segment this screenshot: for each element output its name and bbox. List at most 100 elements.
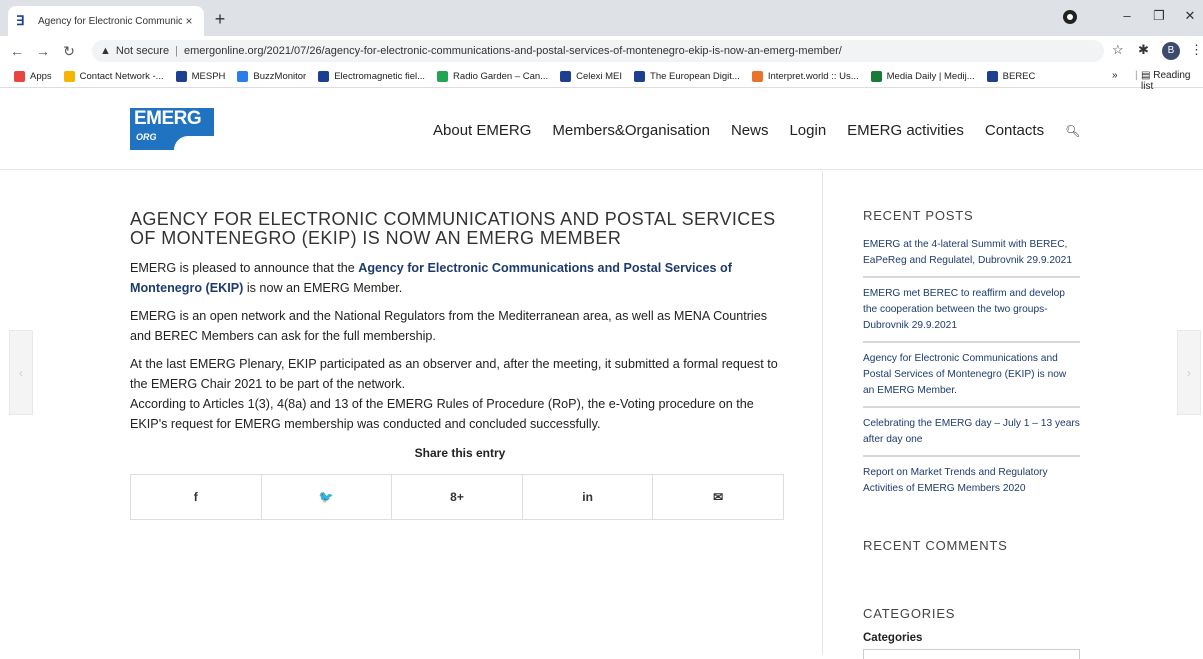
bookmark-item[interactable]: MESPH [175, 71, 226, 82]
share-facebook-icon[interactable]: f [131, 475, 262, 519]
bookmark-label: BEREC [1002, 71, 1036, 82]
nav-contacts[interactable]: Contacts [985, 122, 1044, 139]
nav-about-emerg[interactable]: About EMERG [433, 122, 531, 139]
record-icon[interactable] [1063, 10, 1077, 24]
nav-members-organisation[interactable]: Members&Organisation [552, 122, 710, 139]
bookmark-favicon-icon [318, 71, 330, 82]
bookmark-item[interactable]: Radio Garden – Can... [437, 71, 548, 82]
recent-post-link[interactable]: Agency for Electronic Communications and… [863, 351, 1080, 408]
article-paragraph-1: EMERG is pleased to announce that the Ag… [130, 258, 790, 298]
recent-posts-heading: RECENT POSTS [863, 208, 974, 223]
bookmark-label: Radio Garden – Can... [453, 71, 549, 82]
bookmark-item[interactable]: Media Daily | Medij... [870, 71, 975, 82]
article: AGENCY FOR ELECTRONIC COMMUNICATIONS AND… [130, 210, 790, 520]
bookmark-label: Media Daily | Medij... [886, 71, 975, 82]
reading-list-icon: ▤ [1141, 70, 1151, 81]
next-post-arrow[interactable]: › [1177, 330, 1201, 415]
maximize-icon[interactable]: ❐ [1150, 8, 1168, 24]
logo-text: EMERG [134, 108, 202, 129]
main-nav: About EMERG Members&Organisation News Lo… [433, 122, 1080, 139]
close-window-icon[interactable]: ✕ [1181, 8, 1199, 24]
browser-chrome: ∃ Agency for Electronic Communic × + – ❐… [0, 0, 1203, 92]
bookmark-label: The European Digit... [650, 71, 740, 82]
url-input[interactable]: ▲ Not secure | emergonline.org/2021/07/2… [92, 40, 1104, 62]
bookmark-favicon-icon [437, 71, 449, 82]
url-separator: | [175, 45, 178, 57]
bookmark-label: Celexi MEI [576, 71, 623, 82]
recent-post-link[interactable]: Celebrating the EMERG day – July 1 – 13 … [863, 416, 1080, 457]
nav-news[interactable]: News [731, 122, 769, 139]
emerg-logo[interactable]: EMERG ORG [130, 108, 214, 150]
search-icon[interactable]: 🔍︎ [1065, 124, 1080, 138]
more-bookmarks-icon[interactable]: » [1112, 70, 1118, 81]
bookmark-favicon-icon [14, 71, 25, 82]
tab-title: Agency for Electronic Communic [38, 15, 182, 27]
bookmark-label: Apps [30, 71, 52, 82]
share-email-icon[interactable]: ✉ [653, 475, 783, 519]
bookmark-favicon-icon [63, 71, 75, 82]
recent-post-link[interactable]: EMERG at the 4-lateral Summit with BEREC… [863, 237, 1080, 278]
not-secure-label: Not secure [115, 45, 170, 57]
share-googleplus-icon[interactable]: 8+ [392, 475, 523, 519]
share-twitter-icon[interactable]: 🐦 [262, 475, 393, 519]
share-buttons: f 🐦 8+ in ✉ [130, 474, 784, 520]
logo-subtext: ORG [136, 132, 157, 142]
bookmark-label: Contact Network -... [79, 71, 164, 82]
address-bar-row: ← → ↻ ▲ Not secure | emergonline.org/202… [0, 36, 1203, 66]
recent-post-link[interactable]: Report on Market Trends and Regulatory A… [863, 465, 1080, 504]
share-linkedin-icon[interactable]: in [523, 475, 654, 519]
browser-tab[interactable]: ∃ Agency for Electronic Communic × [8, 6, 204, 36]
article-paragraph-4: According to Articles 1(3), 4(8a) and 13… [130, 397, 754, 431]
bookmark-item[interactable]: Contact Network -... [63, 71, 164, 82]
bookmark-favicon-icon [175, 71, 187, 82]
article-paragraph-2: EMERG is an open network and the Nationa… [130, 309, 767, 343]
categories-select[interactable] [863, 649, 1080, 659]
bookmarks-divider: | [1135, 70, 1138, 81]
nav-login[interactable]: Login [789, 122, 826, 139]
bookmark-label: BuzzMonitor [253, 71, 307, 82]
reload-icon[interactable]: ↻ [60, 43, 78, 60]
share-heading: Share this entry [414, 446, 506, 460]
bookmark-item[interactable]: Apps [14, 71, 52, 82]
warning-icon: ▲ [100, 45, 111, 57]
recent-comments-heading: RECENT COMMENTS [863, 538, 1008, 553]
sidebar: RECENT POSTS EMERG at the 4-lateral Summ… [863, 208, 1080, 512]
extensions-icon[interactable]: ✱ [1138, 42, 1149, 58]
bookmark-item[interactable]: Electromagnetic fiel... [318, 71, 425, 82]
new-tab-button[interactable]: + [210, 10, 230, 30]
browser-menu-icon[interactable]: ⋮ [1190, 42, 1203, 58]
article-paragraph-3: At the last EMERG Plenary, EKIP particip… [130, 357, 778, 391]
minimize-icon[interactable]: – [1118, 8, 1136, 23]
bookmark-favicon-icon [870, 71, 882, 82]
back-icon[interactable]: ← [8, 43, 26, 59]
url-text: emergonline.org/2021/07/26/agency-for-el… [183, 45, 842, 57]
bookmark-favicon-icon [751, 71, 763, 82]
close-tab-icon[interactable]: × [182, 14, 196, 28]
article-title: AGENCY FOR ELECTRONIC COMMUNICATIONS AND… [130, 209, 776, 248]
bookmark-label: Interpret.world :: Us... [767, 71, 859, 82]
previous-post-arrow[interactable]: ‹ [9, 330, 33, 415]
bookmarks-bar: Apps Contact Network -... MESPH BuzzMonitor… [0, 66, 1203, 88]
recent-post-link[interactable]: EMERG met BEREC to reaffirm and develop … [863, 286, 1080, 343]
bookmark-item[interactable]: Interpret.world :: Us... [751, 71, 859, 82]
tab-strip: ∃ Agency for Electronic Communic × + – ❐… [0, 0, 1203, 36]
bookmark-favicon-icon [237, 71, 249, 82]
content-divider [822, 171, 823, 654]
categories-heading: CATEGORIES [863, 606, 956, 621]
bookmark-item[interactable]: BuzzMonitor [237, 71, 306, 82]
nav-emerg-activities[interactable]: EMERG activities [847, 122, 964, 139]
profile-avatar[interactable]: B [1162, 42, 1180, 60]
categories-label: Categories [863, 632, 923, 644]
bookmark-star-icon[interactable]: ☆ [1112, 42, 1124, 58]
forward-icon[interactable]: → [34, 43, 52, 59]
bookmark-favicon-icon [634, 71, 646, 82]
site-favicon-icon: ∃ [16, 13, 25, 28]
reading-list-button[interactable]: ▤ Reading list [1141, 70, 1203, 92]
bookmark-favicon-icon [560, 71, 572, 82]
bookmark-item[interactable]: BEREC [986, 71, 1036, 82]
bookmark-item[interactable]: The European Digit... [634, 71, 740, 82]
bookmark-label: MESPH [191, 71, 226, 82]
p1-before: EMERG is pleased to announce that the [130, 261, 359, 275]
bookmark-favicon-icon [986, 71, 998, 82]
bookmark-item[interactable]: Celexi MEI [560, 71, 622, 82]
